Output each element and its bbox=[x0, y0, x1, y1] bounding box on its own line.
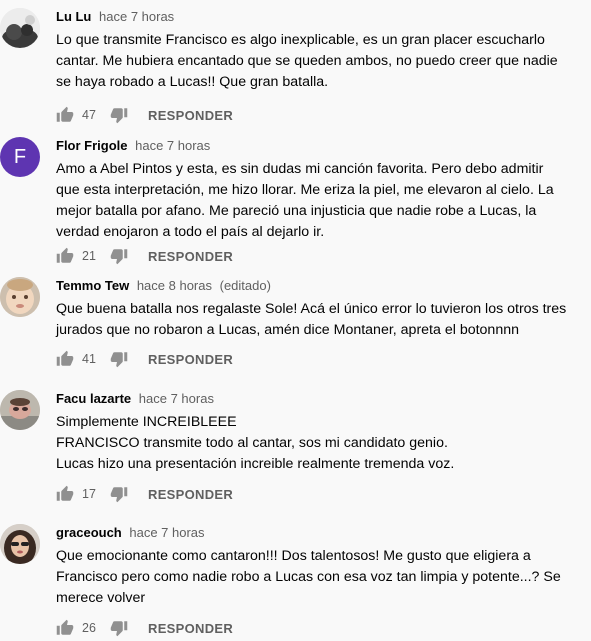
comment-header: graceouch hace 7 horas bbox=[56, 524, 583, 542]
comment-author[interactable]: Facu lazarte bbox=[56, 391, 131, 406]
comment-text: Simplemente INCREIBLEEE FRANCISCO transm… bbox=[56, 414, 455, 472]
like-count: 21 bbox=[82, 249, 96, 263]
reply-button[interactable]: RESPONDER bbox=[148, 487, 233, 502]
comment-text: Que emocionante como cantaron!!! Dos tal… bbox=[56, 548, 561, 606]
reply-button[interactable]: RESPONDER bbox=[148, 108, 233, 123]
comment-body: Lu Lu hace 7 horas Lo que transmite Fran… bbox=[56, 8, 583, 93]
comment-header: Facu lazarte hace 7 horas bbox=[56, 390, 583, 408]
thumb-down-icon[interactable] bbox=[110, 247, 128, 265]
comment-actions: 21 RESPONDER bbox=[56, 244, 233, 268]
comment-body: graceouch hace 7 horas Que emocionante c… bbox=[56, 524, 583, 609]
comments-section: Lu Lu hace 7 horas Lo que transmite Fran… bbox=[0, 0, 591, 641]
avatar[interactable]: F bbox=[0, 137, 40, 177]
comment-text: Lo que transmite Francisco es algo inexp… bbox=[56, 32, 558, 90]
comment-actions: 41 RESPONDER bbox=[56, 347, 233, 371]
comment-actions: 26 RESPONDER bbox=[56, 616, 233, 640]
comment-actions: 47 RESPONDER bbox=[56, 103, 233, 127]
comment-body: Facu lazarte hace 7 horas Simplemente IN… bbox=[56, 390, 583, 475]
edited-label: (editado) bbox=[219, 278, 271, 293]
comment-author[interactable]: Flor Frigole bbox=[56, 138, 128, 153]
like-count: 17 bbox=[82, 487, 96, 501]
reply-button[interactable]: RESPONDER bbox=[148, 621, 233, 636]
avatar[interactable] bbox=[0, 8, 40, 48]
thumb-up-icon[interactable] bbox=[56, 485, 74, 503]
comment-time[interactable]: hace 7 horas bbox=[99, 9, 174, 24]
like-count: 26 bbox=[82, 621, 96, 635]
thumb-down-icon[interactable] bbox=[110, 619, 128, 637]
thumb-down-icon[interactable] bbox=[110, 485, 128, 503]
comment-body: Flor Frigole hace 7 horas Amo a Abel Pin… bbox=[56, 137, 583, 243]
comment-text: Que buena batalla nos regalaste Sole! Ac… bbox=[56, 301, 567, 338]
avatar[interactable] bbox=[0, 390, 40, 430]
comment-author[interactable]: Lu Lu bbox=[56, 9, 91, 24]
comment-time[interactable]: hace 7 horas bbox=[135, 138, 210, 153]
avatar[interactable] bbox=[0, 277, 40, 317]
thumb-down-icon[interactable] bbox=[110, 106, 128, 124]
avatar[interactable] bbox=[0, 524, 40, 564]
comment-header: Lu Lu hace 7 horas bbox=[56, 8, 583, 26]
thumb-up-icon[interactable] bbox=[56, 247, 74, 265]
comment-time[interactable]: hace 8 horas bbox=[137, 278, 212, 293]
avatar-letter: F bbox=[13, 145, 27, 168]
reply-button[interactable]: RESPONDER bbox=[148, 249, 233, 264]
comment-header: Temmo Tew hace 8 horas (editado) bbox=[56, 277, 583, 295]
comment-actions: 17 RESPONDER bbox=[56, 482, 233, 506]
thumb-up-icon[interactable] bbox=[56, 106, 74, 124]
comment-header: Flor Frigole hace 7 horas bbox=[56, 137, 583, 155]
reply-button[interactable]: RESPONDER bbox=[148, 352, 233, 367]
comment-body: Temmo Tew hace 8 horas (editado) Que bue… bbox=[56, 277, 583, 341]
thumb-up-icon[interactable] bbox=[56, 350, 74, 368]
comment-time[interactable]: hace 7 horas bbox=[129, 525, 204, 540]
thumb-down-icon[interactable] bbox=[110, 350, 128, 368]
like-count: 47 bbox=[82, 108, 96, 122]
comment-author[interactable]: Temmo Tew bbox=[56, 278, 129, 293]
thumb-up-icon[interactable] bbox=[56, 619, 74, 637]
comment-time[interactable]: hace 7 horas bbox=[139, 391, 214, 406]
like-count: 41 bbox=[82, 352, 96, 366]
comment-author[interactable]: graceouch bbox=[56, 525, 122, 540]
comment-text: Amo a Abel Pintos y esta, es sin dudas m… bbox=[56, 161, 554, 240]
